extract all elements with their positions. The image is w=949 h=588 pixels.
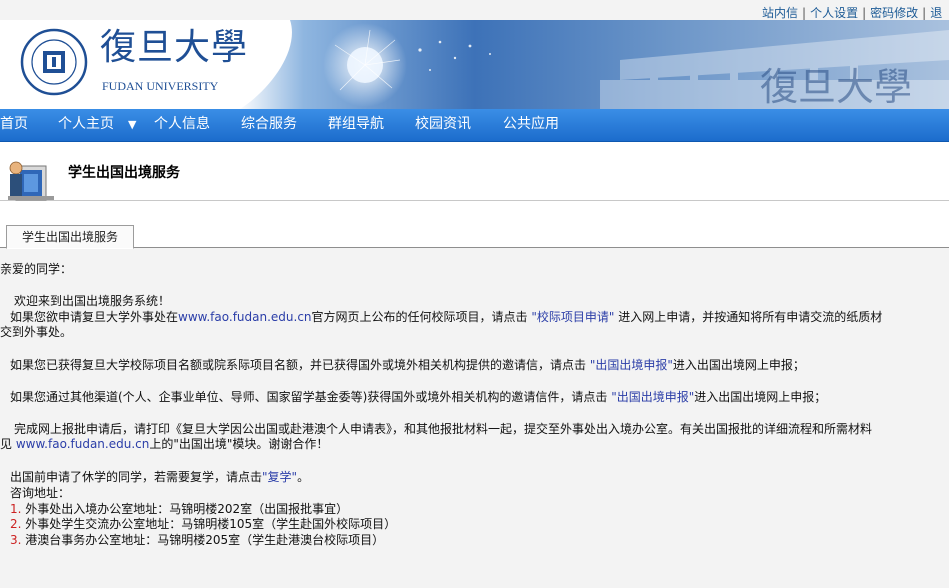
nav-personal-info[interactable]: 个人信息	[154, 109, 210, 141]
fao-website-link-2[interactable]: www.fao.fudan.edu.cn	[16, 437, 150, 451]
paragraph-text: 官方网页上公布的任何校际项目，请点击	[311, 310, 532, 324]
fao-website-link[interactable]: www.fao.fudan.edu.cn	[178, 310, 312, 324]
paragraph-text: 进入出国出境网上申报；	[672, 358, 805, 372]
top-link-logout[interactable]: 退	[930, 6, 942, 20]
paragraph-text: 如果您欲申请复旦大学外事处在	[10, 310, 179, 324]
tab-strip: 学生出国出境服务	[0, 201, 949, 249]
paragraph-other-channels: 如果您通过其他渠道(个人、企事业单位、导师、国家留学基金委等)获得国外或境外相关…	[10, 390, 826, 405]
resume-study-link[interactable]: "复学"	[262, 470, 297, 484]
travel-declaration-link[interactable]: "出国出境申报"	[590, 358, 673, 372]
paragraph-text: 进入出国出境网上申报；	[694, 390, 827, 404]
service-icon	[8, 161, 54, 201]
top-links: 站内信 | 个人设置 | 密码修改 | 退	[762, 5, 942, 21]
greeting: 亲爱的同学：	[0, 262, 73, 276]
nav-public-apps[interactable]: 公共应用	[503, 109, 559, 141]
tab-student-travel[interactable]: 学生出国出境服务	[6, 225, 134, 249]
welcome-text: 欢迎来到出国出境服务系统！	[14, 294, 171, 308]
university-seal	[20, 28, 88, 96]
nav-campus-news[interactable]: 校园资讯	[415, 109, 471, 141]
paragraph-text: 出国前申请了休学的同学，若需要复学，请点击	[10, 470, 263, 484]
paragraph-text: 。	[297, 470, 310, 484]
paragraph-exchange: 如果您欲申请复旦大学外事处在www.fao.fudan.edu.cn官方网页上公…	[10, 310, 882, 325]
page-title: 学生出国出境服务	[68, 165, 180, 181]
top-link-messages[interactable]: 站内信	[762, 6, 798, 20]
paragraph-text: 见	[0, 437, 16, 451]
address-text: 外事处学生交流办公室地址：马锦明楼105室（学生赴国外校际项目）	[21, 517, 397, 531]
nav-personal-home[interactable]: 个人主页	[58, 109, 114, 141]
list-number: 2.	[10, 517, 22, 531]
divider: |	[802, 6, 807, 20]
paragraph-text: 如果您已获得复旦大学校际项目名额或院系际项目名额，并已获得国外或境外相关机构提供…	[10, 358, 590, 372]
divider: |	[862, 6, 867, 20]
paragraph-resume-study: 出国前申请了休学的同学，若需要复学，请点击"复学"。	[10, 470, 309, 485]
nav-home[interactable]: 首页	[0, 109, 28, 141]
paragraph-quota: 如果您已获得复旦大学校际项目名额或院系际项目名额，并已获得国外或境外相关机构提供…	[10, 358, 805, 373]
paragraph-text: 进入网上申请，并按通知将所有申请交流的纸质材	[614, 310, 883, 324]
paragraph-print-form: 完成网上报批申请后，请打印《复旦大学因公出国或赴港澳个人申请表》，和其他报批材料…	[14, 422, 873, 436]
paragraph-text: 如果您通过其他渠道(个人、企事业单位、导师、国家留学基金委等)获得国外或境外相关…	[10, 390, 612, 404]
logo-chinese: 復旦大學	[100, 27, 249, 68]
consult-heading: 咨询地址：	[10, 486, 71, 500]
list-number: 1.	[10, 502, 22, 516]
address-item: 3. 港澳台事务办公室地址：马锦明楼205室（学生赴港澳台校际项目）	[10, 533, 384, 548]
page-header: 学生出国出境服务	[0, 142, 949, 201]
exchange-application-link[interactable]: "校际项目申请"	[531, 310, 614, 324]
header-banner: 復旦大學 復旦大學 FUDAN UNIVERSITY	[0, 20, 949, 109]
banner-calligraphy: 復旦大學	[760, 65, 912, 109]
travel-declaration-link-2[interactable]: "出国出境申报"	[611, 390, 694, 404]
nav-groups[interactable]: 群组导航	[328, 109, 384, 141]
logo-english: FUDAN UNIVERSITY	[102, 79, 219, 93]
paragraph-print-form-cont: 见 www.fao.fudan.edu.cn上的"出国出境"模块。谢谢合作！	[0, 437, 328, 452]
address-item: 2. 外事处学生交流办公室地址：马锦明楼105室（学生赴国外校际项目）	[10, 517, 396, 532]
address-text: 港澳台事务办公室地址：马锦明楼205室（学生赴港澳台校际项目）	[21, 533, 385, 547]
main-nav: 首页 个人主页 ▼ 个人信息 综合服务 群组导航 校园资讯 公共应用	[0, 109, 949, 142]
top-link-password[interactable]: 密码修改	[870, 6, 918, 20]
top-link-settings[interactable]: 个人设置	[810, 6, 858, 20]
nav-services[interactable]: 综合服务	[241, 109, 297, 141]
address-item: 1. 外事处出入境办公室地址：马锦明楼202室（出国报批事宜）	[10, 502, 348, 517]
chevron-down-icon[interactable]: ▼	[128, 109, 136, 140]
list-number: 3.	[10, 533, 22, 547]
paragraph-text: 上的"出国出境"模块。谢谢合作！	[149, 437, 329, 451]
address-text: 外事处出入境办公室地址：马锦明楼202室（出国报批事宜）	[21, 502, 349, 516]
divider: |	[922, 6, 927, 20]
paragraph-exchange-cont: 交到外事处。	[0, 325, 73, 339]
